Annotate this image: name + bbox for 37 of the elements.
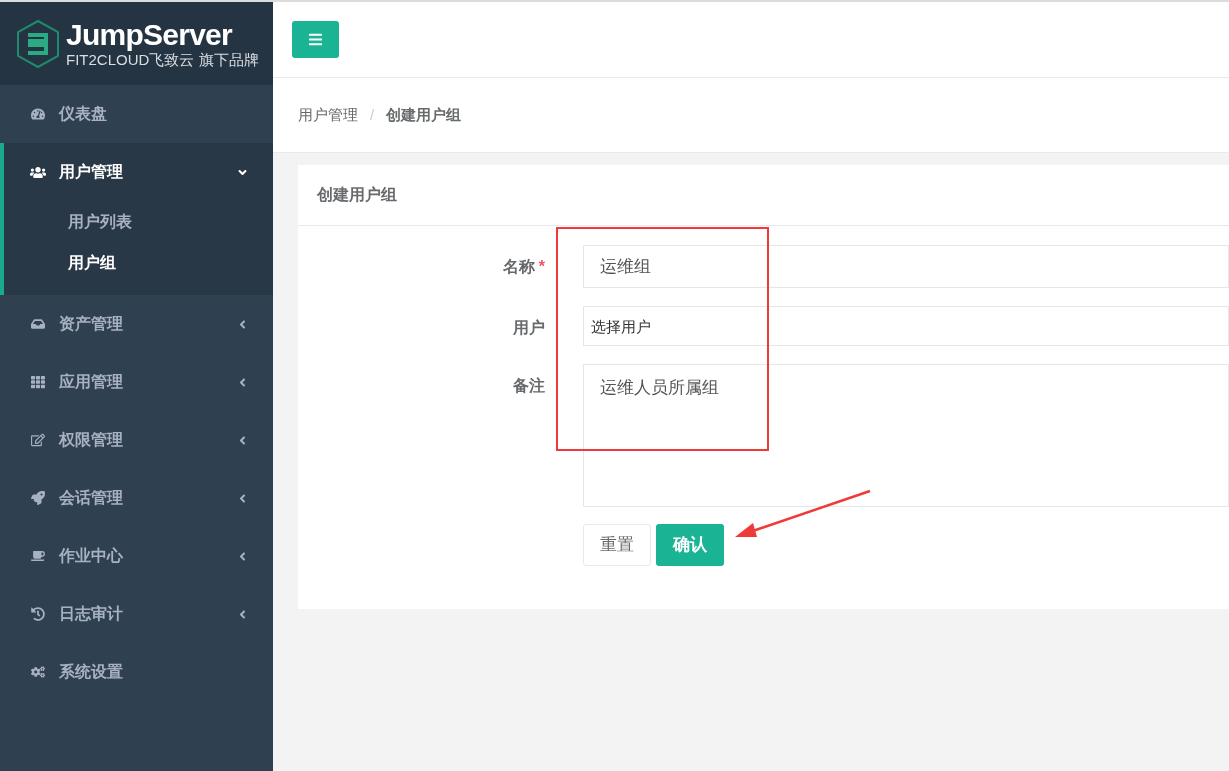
field-label: 名称 [502,257,535,277]
breadcrumb-link[interactable]: 用户管理 [298,103,358,127]
sidebar-item[interactable]: 资产管理 [0,295,273,353]
sidebar-item[interactable]: 日志审计 [0,585,273,643]
sidebar-subitem[interactable]: 用户列表 [4,201,273,242]
menu-toggle-button[interactable] [292,21,339,58]
name-input-field[interactable]: 运维组 [583,245,1229,288]
logo-subtitle: FIT2CLOUD飞致云 旗下品牌 [66,50,259,69]
sidebar-item[interactable]: 用户管理 [0,143,273,201]
edit-icon [30,433,46,447]
confirm-button[interactable]: 确认 [656,524,724,566]
current-page-title: 创建用户组 [386,104,462,125]
field-label: 用户 [513,318,545,338]
menu-icon [308,32,323,47]
grid-icon [30,375,46,389]
cup-icon [30,549,46,563]
card-title: 创建用户组 [317,185,397,205]
inbox-icon [30,317,46,331]
sidebar-item[interactable]: 权限管理 [0,411,273,469]
rocket-icon [30,491,46,505]
field-label: 备注 [513,376,545,396]
user-select-field[interactable]: 选择用户 [583,306,1229,346]
logo-icon [16,18,60,69]
sidebar-item[interactable]: 应用管理 [0,353,273,411]
sidebar-item[interactable]: 仪表盘 [0,85,273,143]
logo-title: JumpServer [66,18,234,51]
sidebar-item[interactable]: 会话管理 [0,469,273,527]
reset-button[interactable]: 重置 [583,524,651,566]
gauge-icon [30,107,46,121]
gears-icon [30,665,46,679]
breadcrumb-separator: / [370,104,375,125]
note-textarea-field[interactable]: 运维人员所属组 [583,364,1229,507]
sidebar-item[interactable]: 系统设置 [0,643,273,701]
required-mark: * [538,257,545,277]
sidebar-item[interactable]: 作业中心 [0,527,273,585]
sidebar-subitem[interactable]: 用户组 [4,242,273,283]
history-icon [30,607,46,621]
